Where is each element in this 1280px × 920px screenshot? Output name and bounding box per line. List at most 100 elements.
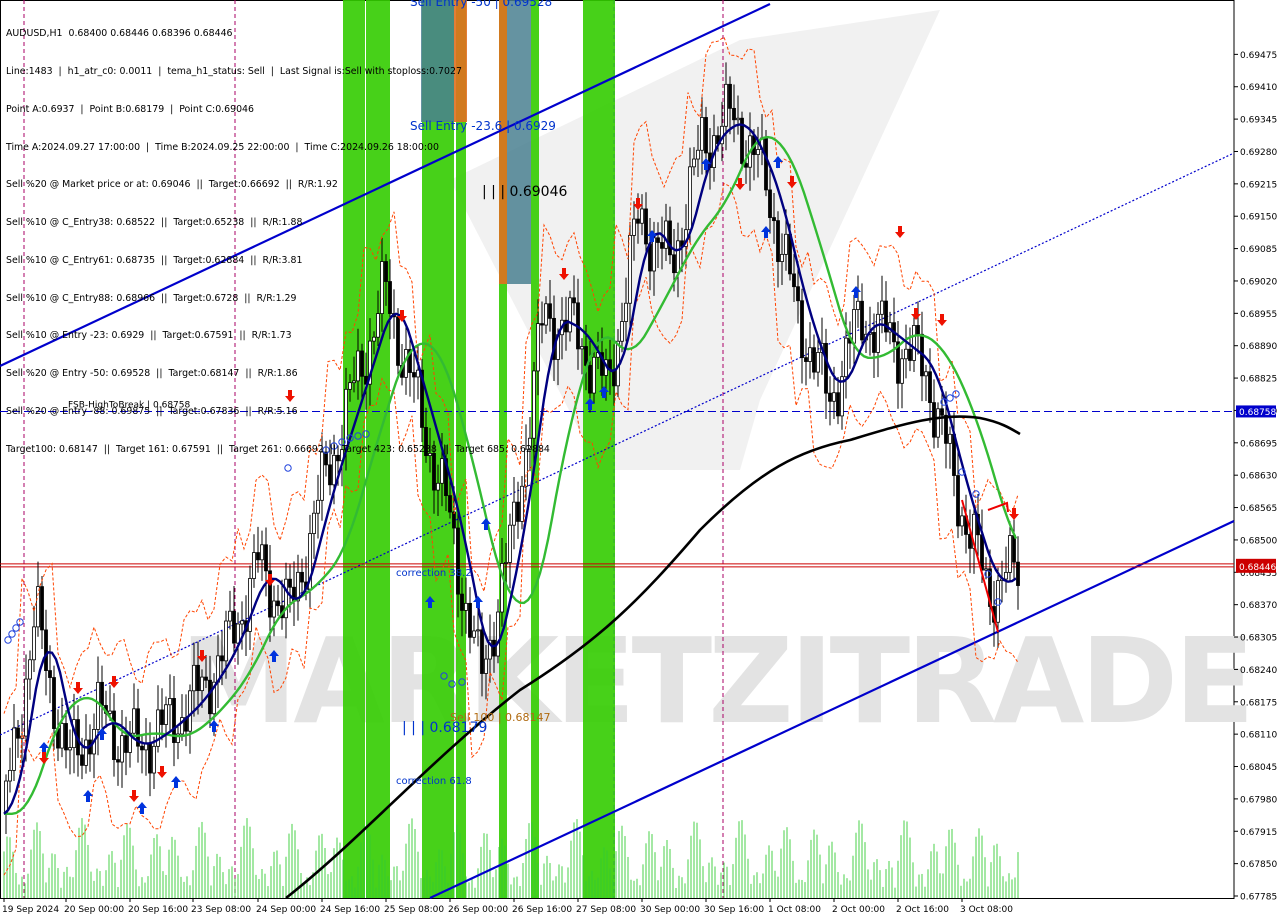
candle-body (632, 218, 636, 236)
candle-body (704, 117, 708, 154)
y-tick-label: 0.69150 (1240, 213, 1277, 223)
candle-body (252, 552, 256, 579)
candle-body (664, 220, 668, 249)
candle-body (112, 710, 116, 760)
candle-body (1008, 535, 1012, 573)
info-line: Target100: 0.68147 || Target 161: 0.6759… (6, 443, 550, 455)
candle-body (592, 356, 596, 394)
info-line: Line:1483 | h1_atr_c0: 0.0011 | tema_h1_… (6, 65, 462, 77)
candle-body (188, 690, 192, 732)
candle-body (272, 600, 276, 618)
candle-body (948, 433, 952, 444)
candle-body (140, 745, 144, 751)
candle-body (660, 242, 664, 249)
x-tick-label: 20 Sep 00:00 (64, 905, 124, 915)
x-tick-label: 3 Oct 08:00 (960, 905, 1013, 915)
candle-body (496, 611, 500, 657)
candle-body (48, 670, 52, 678)
candle-body (300, 571, 304, 583)
candle-body (464, 602, 468, 611)
y-tick-label: 0.68305 (1240, 634, 1277, 644)
info-line: AUDUSD,H1 0.68400 0.68446 0.68396 0.6844… (6, 28, 233, 40)
candle-body (764, 137, 768, 191)
y-tick-label: 0.68695 (1240, 439, 1277, 449)
candle-body (836, 392, 840, 417)
x-tick-label: 19 Sep 2024 (2, 905, 59, 915)
candle-body (624, 302, 628, 322)
candle-body (168, 698, 172, 706)
y-tick-label: 0.68045 (1240, 763, 1277, 773)
candle-body (508, 524, 512, 563)
candle-body (40, 586, 44, 631)
candle-body (264, 544, 268, 572)
candle-body (256, 552, 260, 561)
candle-body (640, 208, 644, 224)
candle-body (652, 237, 656, 272)
candle-body (240, 620, 244, 625)
candle-body (832, 392, 836, 402)
candle-body (220, 655, 224, 662)
y-tick-label: 0.68565 (1240, 504, 1277, 514)
candle-body (924, 371, 928, 377)
info-line: Sell %10 @ Entry -23: 0.6929 || Target:0… (6, 330, 292, 342)
candle-body (572, 297, 576, 304)
candle-body (636, 218, 640, 224)
candle-body (844, 337, 848, 378)
y-tick-label: 0.69215 (1240, 180, 1277, 190)
info-line: Sell %20 @ Market price or at: 0.69046 |… (6, 179, 338, 191)
candle-body (480, 629, 484, 674)
candle-body (800, 300, 804, 359)
candle-body (668, 220, 672, 256)
candle-body (312, 512, 316, 534)
candle-body (448, 495, 452, 513)
y-tick-label: 0.69085 (1240, 245, 1277, 255)
candle-body (696, 149, 700, 160)
y-tick-label: 0.67915 (1240, 828, 1277, 838)
x-tick-label: 27 Sep 08:00 (576, 905, 636, 915)
candle-body (52, 677, 56, 729)
candle-body (284, 578, 288, 619)
candle-body (688, 166, 692, 231)
y-tick-label: 0.69410 (1240, 83, 1277, 93)
candle-body (580, 346, 584, 350)
x-tick-label: 2 Oct 00:00 (832, 905, 885, 915)
candle-body (60, 723, 64, 749)
x-tick-label: 1 Oct 08:00 (768, 905, 821, 915)
candle-body (68, 747, 72, 751)
candle-body (236, 623, 240, 644)
candle-body (700, 117, 704, 151)
x-tick-label: 30 Sep 16:00 (704, 905, 764, 915)
x-tick-label: 26 Sep 16:00 (512, 905, 572, 915)
fsb-price-tag-label: 0.68758 (1239, 408, 1276, 418)
candle-body (28, 659, 32, 680)
info-line: Sell %10 @ C_Entry61: 0.68735 || Target:… (6, 254, 303, 266)
y-tick-label: 0.68630 (1240, 472, 1277, 482)
candle-body (612, 369, 616, 387)
y-tick-label: 0.68110 (1240, 731, 1277, 741)
x-tick-label: 2 Oct 16:00 (896, 905, 949, 915)
candle-body (872, 332, 876, 353)
candle-body (876, 313, 880, 353)
x-tick-label: 20 Sep 16:00 (128, 905, 188, 915)
candle-body (996, 580, 1000, 623)
candle-body (628, 235, 632, 304)
candle-body (676, 240, 680, 274)
x-tick-label: 24 Sep 16:00 (320, 905, 380, 915)
candle-body (944, 414, 948, 444)
y-tick-label: 0.68890 (1240, 342, 1277, 352)
y-tick-label: 0.67785 (1240, 893, 1277, 903)
current-price-tag-label: 0.68446 (1239, 563, 1276, 573)
candle-body (24, 678, 28, 737)
x-tick-label: 23 Sep 08:00 (191, 905, 251, 915)
candle-body (1016, 561, 1020, 586)
candle-body (960, 515, 964, 527)
candle-body (492, 639, 496, 657)
candle-body (784, 233, 788, 255)
candle-body (724, 83, 728, 127)
candle-body (520, 485, 524, 522)
candle-body (96, 681, 100, 730)
candle-body (100, 681, 104, 706)
candle-body (620, 321, 624, 342)
candle-body (880, 300, 884, 315)
candle-body (36, 586, 40, 628)
